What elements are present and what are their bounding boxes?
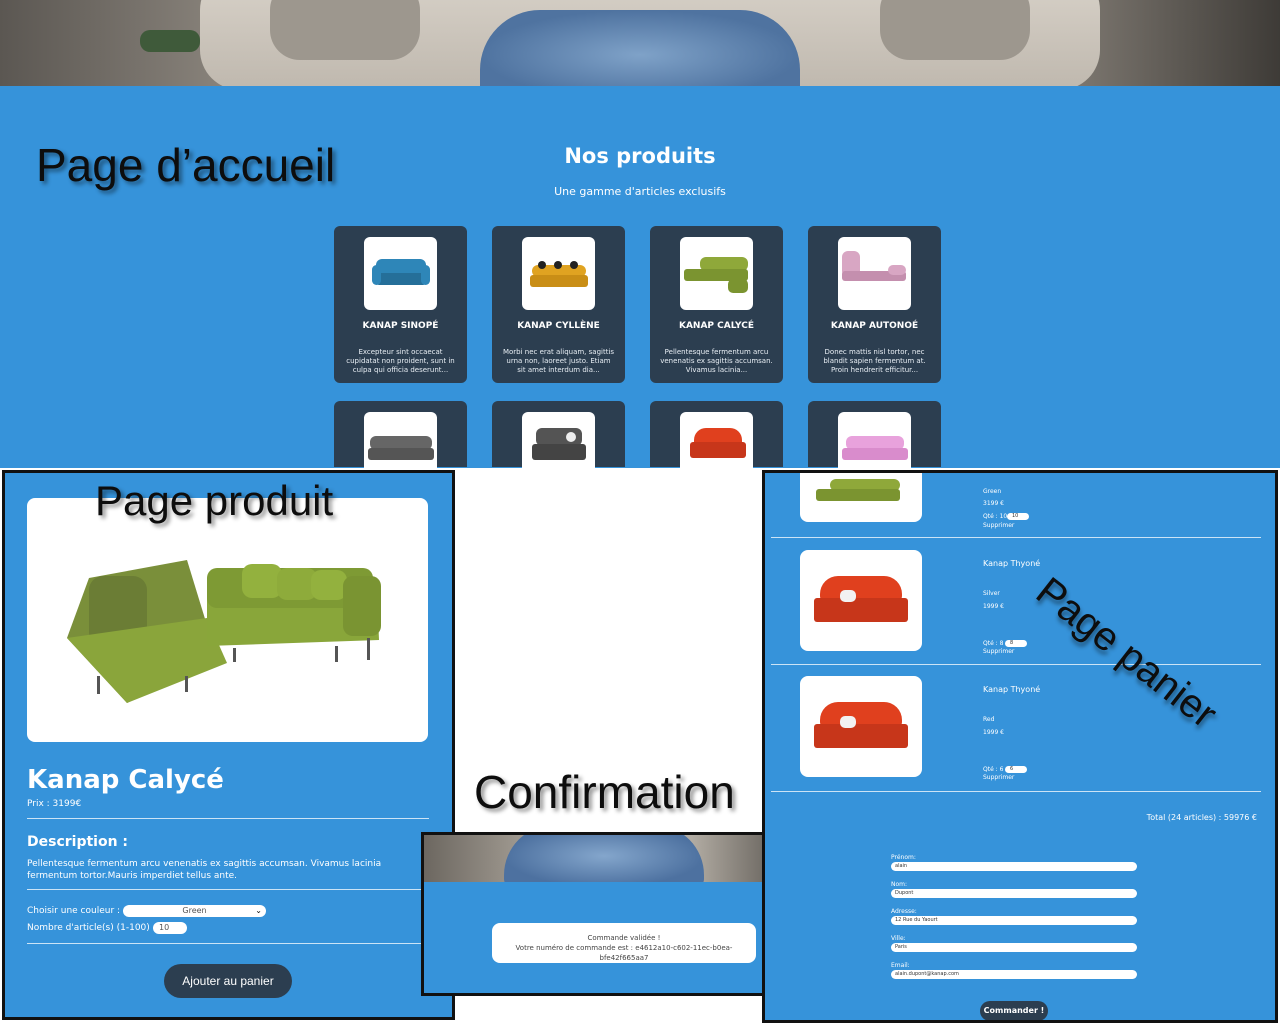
cart-item-price: 3199 € — [983, 500, 1004, 507]
divider — [27, 943, 429, 944]
add-to-cart-button[interactable]: Ajouter au panier — [164, 964, 292, 998]
product-name: KANAP SINOPÉ — [362, 321, 439, 331]
divider — [27, 818, 429, 819]
product-thumbnail — [522, 412, 595, 485]
confirmation-hero — [424, 835, 806, 882]
product-card[interactable]: KANAP CALYCÉ Pellentesque fermentum arcu… — [650, 226, 783, 383]
product-name: KANAP AUTONOÉ — [830, 321, 919, 331]
home-page: Page d’accueil Nos produits Une gamme d'… — [0, 86, 1280, 485]
product-thumbnail — [680, 237, 753, 310]
email-input[interactable]: alain.dupont@kanap.com — [891, 970, 1137, 979]
product-thumbnail — [838, 237, 911, 310]
quantity-label: Nombre d'article(s) (1-100) : — [27, 923, 156, 933]
confirmation-message: Commande validée ! Votre numéro de comma… — [492, 923, 756, 963]
hero-person — [504, 835, 704, 882]
cart-item-delete[interactable]: Supprimer — [983, 522, 1014, 529]
product-price: Prix : 3199€ — [27, 799, 82, 809]
cart-item-qty-input[interactable]: 10 — [1007, 513, 1029, 520]
product-description: Excepteur sint occaecat cupidatat non pr… — [346, 348, 455, 374]
product-description: Pellentesque fermentum arcu venenatis ex… — [27, 859, 382, 881]
confirmation-title: Commande validée ! — [587, 934, 661, 942]
firstname-label: Prénom: — [891, 854, 916, 861]
cart-item-qty-label: Qté : 6 — [983, 766, 1004, 773]
product-name: KANAP CYLLÈNE — [517, 321, 600, 331]
chevron-down-icon: ⌄ — [255, 906, 262, 915]
hero-person — [480, 10, 800, 86]
product-title: Kanap Calycé — [27, 765, 224, 795]
label-cart-page: Page panier — [1027, 569, 1226, 737]
hero-banner — [0, 0, 1280, 86]
cart-total: Total (24 articles) : 59976 € — [1146, 813, 1257, 822]
hero-cushion — [880, 0, 1030, 60]
hero-cushion — [270, 0, 420, 60]
product-card[interactable]: KANAP SINOPÉ Excepteur sint occaecat cup… — [334, 226, 467, 383]
cart-item-color: Green — [983, 488, 1002, 495]
label-confirmation: Confirmation — [474, 766, 735, 818]
order-button[interactable]: Commander ! — [980, 1001, 1048, 1020]
cart-item-name: Kanap Thyoné — [983, 685, 1041, 694]
cart-item-delete[interactable]: Supprimer — [983, 648, 1014, 655]
product-card[interactable] — [492, 401, 625, 485]
product-card[interactable] — [650, 401, 783, 485]
products-subtitle: Une gamme d'articles exclusifs — [554, 185, 726, 198]
confirmation-page: Commande validée ! Votre numéro de comma… — [421, 832, 809, 996]
color-select[interactable]: Green ⌄ — [123, 905, 266, 917]
cart-item-price: 1999 € — [983, 729, 1004, 736]
city-label: Ville: — [891, 935, 906, 942]
product-thumbnail — [522, 237, 595, 310]
divider — [771, 664, 1261, 665]
order-number: Votre numéro de commande est : e4612a10-… — [515, 944, 733, 962]
product-card[interactable]: KANAP CYLLÈNE Morbi nec erat aliquam, sa… — [492, 226, 625, 383]
product-page: Page produit Kanap Calycé Prix : 3199€ D… — [2, 470, 455, 1020]
plant-decor — [140, 30, 200, 52]
description-heading: Description : — [27, 834, 129, 850]
quantity-input[interactable]: 10 — [153, 922, 187, 934]
cart-item-image — [800, 550, 922, 651]
address-input[interactable]: 12 Rue du Yaourt — [891, 916, 1137, 925]
divider — [27, 889, 429, 890]
cart-item-price: 1999 € — [983, 603, 1004, 610]
cart-item-name: Kanap Thyoné — [983, 559, 1041, 568]
product-card[interactable] — [808, 401, 941, 485]
cart-item-qty-input[interactable]: 6 — [1005, 766, 1027, 773]
product-description: Pellentesque fermentum arcu venenatis ex… — [660, 348, 773, 374]
product-image — [27, 498, 428, 742]
corner-sofa-image — [67, 560, 381, 703]
color-select-value: Green — [182, 906, 207, 915]
email-label: Email: — [891, 962, 910, 969]
product-name: KANAP CALYCÉ — [678, 321, 755, 331]
cart-item-qty-label: Qté : 8 — [983, 640, 1004, 647]
cart-page: Green 3199 € Qté : 10 10 Supprimer Kanap… — [762, 470, 1278, 1023]
product-thumbnail — [680, 412, 753, 485]
lastname-label: Nom: — [891, 881, 908, 888]
cart-item-qty-input[interactable]: 8 — [1005, 640, 1027, 647]
cart-item-color: Red — [983, 716, 995, 723]
divider — [771, 791, 1261, 792]
divider — [771, 537, 1261, 538]
cart-item-image — [800, 676, 922, 777]
product-thumbnail — [364, 237, 437, 310]
firstname-input[interactable]: alain — [891, 862, 1137, 871]
cart-item-qty-label: Qté : 10 — [983, 513, 1008, 520]
city-input[interactable]: Paris — [891, 943, 1137, 952]
cart-item-image — [800, 473, 922, 522]
cart-item-color: Silver — [983, 590, 1000, 597]
address-label: Adresse: — [891, 908, 917, 915]
cart-item-delete[interactable]: Supprimer — [983, 774, 1014, 781]
product-card[interactable]: KANAP AUTONOÉ Donec mattis nisl tortor, … — [808, 226, 941, 383]
product-description: Donec mattis nisl tortor, nec blandit sa… — [823, 348, 926, 374]
color-label: Choisir une couleur : — [27, 906, 121, 916]
label-product-page: Page produit — [95, 477, 334, 524]
lastname-input[interactable]: Dupont — [891, 889, 1137, 898]
products-title: Nos produits — [564, 144, 716, 168]
product-card[interactable] — [334, 401, 467, 485]
product-description: Morbi nec erat aliquam, sagittis urna no… — [502, 348, 615, 374]
